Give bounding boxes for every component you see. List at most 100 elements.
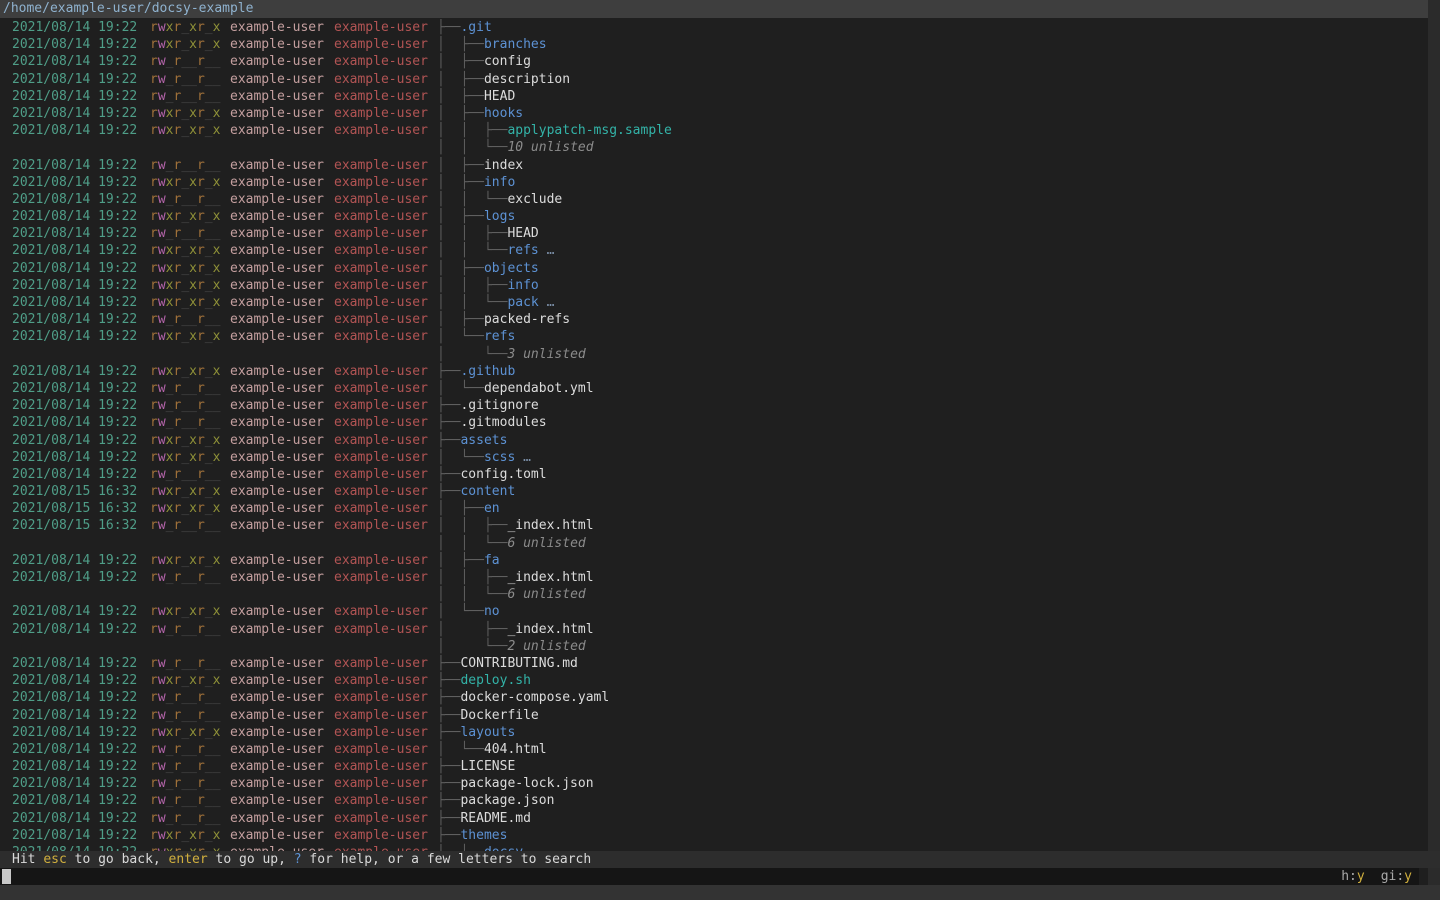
entry-name: .git: [460, 20, 491, 35]
tree-entry: │ ├──_index.html: [437, 621, 594, 638]
tree-row[interactable]: 2021/08/14 19:22rw_r__r__example-userexa…: [0, 707, 1428, 724]
tree-branch-lines: │ │ └──: [437, 295, 507, 310]
tree-row[interactable]: 2021/08/14 19:22rw_r__r__example-userexa…: [0, 191, 1428, 208]
tree-row[interactable]: 2021/08/14 19:22rw_r__r__example-userexa…: [0, 53, 1428, 70]
tree-row[interactable]: 2021/08/14 19:22rwxr_xr_xexample-userexa…: [0, 432, 1428, 449]
tree-entry: │ └──404.html: [437, 741, 547, 758]
tree-row[interactable]: 2021/08/14 19:22rw_r__r__example-userexa…: [0, 621, 1428, 638]
tree-row[interactable]: 2021/08/14 19:22rw_r__r__example-userexa…: [0, 157, 1428, 174]
tree-entry: │ │ ├──_index.html: [437, 569, 594, 586]
tree-row[interactable]: │ │ └──6 unlisted: [0, 586, 1428, 603]
tree-entry: │ └──docsy: [437, 844, 523, 851]
tree-row[interactable]: 2021/08/14 19:22rw_r__r__example-userexa…: [0, 71, 1428, 88]
tree-row[interactable]: 2021/08/14 19:22rwxr_xr_xexample-userexa…: [0, 174, 1428, 191]
tree-entry: ├──.gitignore: [437, 397, 539, 414]
tree-row[interactable]: 2021/08/14 19:22rw_r__r__example-userexa…: [0, 689, 1428, 706]
modified-date: 2021/08/14 19:22: [12, 466, 137, 483]
tree-row[interactable]: 2021/08/14 19:22rwxr_xr_xexample-userexa…: [0, 603, 1428, 620]
owner: example-user: [230, 792, 324, 809]
tree-row[interactable]: 2021/08/14 19:22rwxr_xr_xexample-userexa…: [0, 208, 1428, 225]
tree-row[interactable]: 2021/08/14 19:22rwxr_xr_xexample-userexa…: [0, 260, 1428, 277]
tree-row[interactable]: 2021/08/14 19:22rw_r__r__example-userexa…: [0, 741, 1428, 758]
tree-entry: │ ├──info: [437, 174, 515, 191]
tree-row[interactable]: 2021/08/14 19:22rwxr_xr_xexample-userexa…: [0, 552, 1428, 569]
tree-row[interactable]: 2021/08/14 19:22rw_r__r__example-userexa…: [0, 397, 1428, 414]
search-input[interactable]: h:ygi:y: [0, 868, 1419, 885]
tree-entry: │ ├──config: [437, 53, 531, 70]
tree-row[interactable]: 2021/08/14 19:22rw_r__r__example-userexa…: [0, 414, 1428, 431]
tree-entry: ├──.gitmodules: [437, 414, 547, 431]
tree-row[interactable]: 2021/08/14 19:22rwxr_xr_xexample-userexa…: [0, 122, 1428, 139]
group: example-user: [334, 844, 428, 851]
tree-row[interactable]: │ └──2 unlisted: [0, 638, 1428, 655]
group: example-user: [334, 88, 428, 105]
flag-label: h:: [1341, 869, 1357, 884]
tree-row[interactable]: 2021/08/14 19:22rwxr_xr_xexample-userexa…: [0, 827, 1428, 844]
owner: example-user: [230, 294, 324, 311]
status-text: to go back,: [67, 852, 169, 867]
tree-entry: │ └──3 unlisted: [437, 346, 586, 363]
group: example-user: [334, 758, 428, 775]
tree-row[interactable]: 2021/08/14 19:22rwxr_xr_xexample-userexa…: [0, 19, 1428, 36]
tree-row[interactable]: 2021/08/14 19:22rw_r__r__example-userexa…: [0, 380, 1428, 397]
permissions: rw_r__r__: [150, 397, 220, 414]
entry-name: pack: [507, 295, 538, 310]
tree-row[interactable]: 2021/08/14 19:22rwxr_xr_xexample-userexa…: [0, 844, 1428, 851]
tree-row[interactable]: 2021/08/14 19:22rw_r__r__example-userexa…: [0, 311, 1428, 328]
tree-row[interactable]: 2021/08/14 19:22rwxr_xr_xexample-userexa…: [0, 724, 1428, 741]
text-cursor: [2, 869, 11, 884]
modified-date: 2021/08/14 19:22: [12, 655, 137, 672]
entry-name: 6 unlisted: [507, 536, 585, 551]
tree-branch-lines: ├──: [437, 673, 460, 688]
entry-name: refs: [484, 329, 515, 344]
tree-row[interactable]: 2021/08/15 16:32rw_r__r__example-userexa…: [0, 517, 1428, 534]
tree-row[interactable]: 2021/08/15 16:32rwxr_xr_xexample-userexa…: [0, 500, 1428, 517]
tree-row[interactable]: 2021/08/14 19:22rw_r__r__example-userexa…: [0, 466, 1428, 483]
tree-branch-lines: │ └──: [437, 450, 484, 465]
help-link[interactable]: ?: [294, 852, 302, 867]
entry-name: no: [484, 604, 500, 619]
owner: example-user: [230, 260, 324, 277]
tree-row[interactable]: 2021/08/14 19:22rw_r__r__example-userexa…: [0, 792, 1428, 809]
tree-row[interactable]: 2021/08/14 19:22rw_r__r__example-userexa…: [0, 569, 1428, 586]
group: example-user: [334, 122, 428, 139]
tree-branch-lines: ├──: [437, 776, 460, 791]
tree-row[interactable]: 2021/08/14 19:22rw_r__r__example-userexa…: [0, 655, 1428, 672]
tree-row[interactable]: 2021/08/14 19:22rwxr_xr_xexample-userexa…: [0, 294, 1428, 311]
tree-branch-lines: │ └──: [437, 381, 484, 396]
tree-entry: ├──LICENSE: [437, 758, 515, 775]
tree-branch-lines: │ │ ├──: [437, 570, 507, 585]
tree-row[interactable]: │ │ └──6 unlisted: [0, 535, 1428, 552]
entry-name: packed-refs: [484, 312, 570, 327]
group: example-user: [334, 71, 428, 88]
tree-row[interactable]: 2021/08/14 19:22rw_r__r__example-userexa…: [0, 225, 1428, 242]
scrollbar-track[interactable]: [1428, 0, 1440, 900]
tree-row[interactable]: 2021/08/14 19:22rw_r__r__example-userexa…: [0, 775, 1428, 792]
tree-row[interactable]: 2021/08/14 19:22rwxr_xr_xexample-userexa…: [0, 672, 1428, 689]
tree-row[interactable]: 2021/08/14 19:22rwxr_xr_xexample-userexa…: [0, 242, 1428, 259]
tree-row[interactable]: 2021/08/14 19:22rwxr_xr_xexample-userexa…: [0, 105, 1428, 122]
tree-branch-lines: │ │ ├──: [437, 226, 507, 241]
tree-row[interactable]: 2021/08/14 19:22rwxr_xr_xexample-userexa…: [0, 363, 1428, 380]
permissions: rw_r__r__: [150, 311, 220, 328]
modified-date: 2021/08/14 19:22: [12, 277, 137, 294]
tree-row[interactable]: │ │ └──10 unlisted: [0, 139, 1428, 156]
tree-row[interactable]: 2021/08/14 19:22rw_r__r__example-userexa…: [0, 88, 1428, 105]
tree-row[interactable]: 2021/08/14 19:22rwxr_xr_xexample-userexa…: [0, 449, 1428, 466]
tree-row[interactable]: 2021/08/15 16:32rwxr_xr_xexample-userexa…: [0, 483, 1428, 500]
tree-row[interactable]: 2021/08/14 19:22rwxr_xr_xexample-userexa…: [0, 277, 1428, 294]
tree-row[interactable]: 2021/08/14 19:22rwxr_xr_xexample-userexa…: [0, 328, 1428, 345]
owner: example-user: [230, 36, 324, 53]
entry-name: 404.html: [484, 742, 547, 757]
owner: example-user: [230, 328, 324, 345]
tree-row[interactable]: 2021/08/14 19:22rwxr_xr_xexample-userexa…: [0, 36, 1428, 53]
owner: example-user: [230, 517, 324, 534]
key-hint: enter: [169, 852, 208, 867]
tree-row[interactable]: 2021/08/14 19:22rw_r__r__example-userexa…: [0, 810, 1428, 827]
tree-row[interactable]: 2021/08/14 19:22rw_r__r__example-userexa…: [0, 758, 1428, 775]
modified-date: 2021/08/14 19:22: [12, 122, 137, 139]
entry-name: .gitignore: [460, 398, 538, 413]
tree-row[interactable]: │ └──3 unlisted: [0, 346, 1428, 363]
tree-entry: │ ├──branches: [437, 36, 547, 53]
tree-branch-lines: ├──: [437, 484, 460, 499]
